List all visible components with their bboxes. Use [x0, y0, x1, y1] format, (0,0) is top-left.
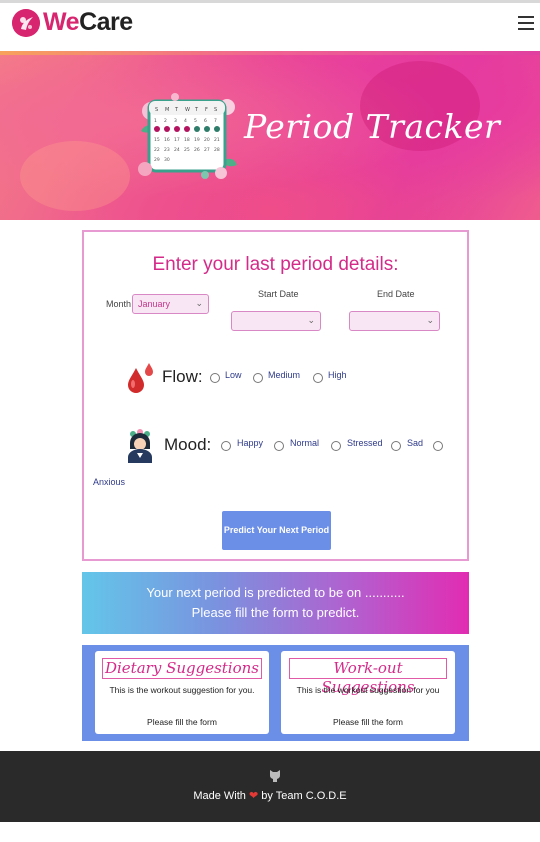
woman-avatar-icon	[124, 429, 156, 463]
flow-option-low: Low	[225, 370, 242, 380]
mood-radio-happy[interactable]	[221, 441, 231, 451]
dietary-suggestions-card: Dietary Suggestions This is the workout …	[95, 651, 269, 734]
workout-suggestions-card: Work-out Suggestions This is the workout…	[281, 651, 455, 734]
calendar-illustration-icon: SMTWTFS 1234567 15 16 17 18 19 20 21 22 23 24 25 2…	[135, 91, 239, 183]
chevron-down-icon: ⌄	[307, 315, 315, 325]
brand-name-we: We	[43, 8, 80, 36]
predict-next-period-button[interactable]: Predict Your Next Period	[222, 511, 331, 550]
svg-text:19: 19	[194, 137, 200, 143]
svg-text:F: F	[205, 107, 208, 113]
flow-radio-medium[interactable]	[253, 373, 263, 383]
svg-text:24: 24	[174, 147, 180, 153]
svg-text:16: 16	[164, 137, 170, 143]
svg-text:5: 5	[194, 118, 197, 124]
svg-text:1: 1	[154, 118, 157, 124]
workout-suggestions-text: This is the workout suggestion for you	[296, 685, 440, 695]
svg-text:M: M	[165, 107, 169, 113]
svg-text:15: 15	[154, 137, 160, 143]
svg-text:7: 7	[214, 118, 217, 124]
mood-option-stressed: Stressed	[347, 438, 383, 448]
hero-banner: SMTWTFS 1234567 15 16 17 18 19 20 21 22 23 24 25 2…	[0, 51, 540, 220]
footer-team: by Team C.O.D.E	[261, 790, 347, 802]
mood-option-sad: Sad	[407, 438, 424, 448]
prediction-result-banner: Your next period is predicted to be on .…	[82, 572, 469, 634]
flow-option-high: High	[328, 370, 347, 380]
blood-drops-icon	[124, 362, 156, 394]
svg-text:26: 26	[194, 147, 200, 153]
svg-text:18: 18	[184, 137, 190, 143]
svg-text:27: 27	[204, 147, 210, 153]
mood-radio-sad[interactable]	[391, 441, 401, 451]
svg-text:23: 23	[164, 147, 170, 153]
svg-text:S: S	[214, 107, 217, 113]
svg-text:W: W	[185, 107, 190, 113]
mood-option-anxious: Anxious	[93, 477, 126, 487]
mood-radio-normal[interactable]	[274, 441, 284, 451]
footer-credit: Made With ❤ by Team C.O.D.E	[0, 789, 540, 802]
svg-text:22: 22	[154, 147, 160, 153]
dietary-suggestions-fill: Please fill the form	[147, 717, 217, 727]
svg-text:28: 28	[214, 147, 220, 153]
mood-option-normal: Normal	[290, 438, 320, 448]
flower-logo-icon	[12, 8, 40, 37]
mood-radio-anxious[interactable]	[433, 441, 443, 451]
start-date-select[interactable]: ⌄	[231, 311, 321, 331]
month-select-value: January	[138, 299, 171, 309]
hero-title: Period Tracker	[244, 107, 501, 146]
svg-text:25: 25	[184, 147, 190, 153]
svg-text:17: 17	[174, 137, 180, 143]
dietary-suggestions-title: Dietary Suggestions	[102, 658, 262, 679]
svg-text:3: 3	[174, 118, 177, 124]
brand-name: WeCare	[43, 8, 133, 37]
workout-suggestions-fill: Please fill the form	[333, 717, 403, 727]
footer-made-with: Made With	[193, 790, 246, 802]
flow-option-medium: Medium	[268, 370, 301, 380]
month-label: Month	[106, 299, 132, 309]
prediction-text: Your next period is predicted to be on .…	[146, 585, 405, 600]
svg-text:2: 2	[164, 118, 167, 124]
suggestions-section: Dietary Suggestions This is the workout …	[82, 645, 469, 741]
svg-text:21: 21	[214, 137, 220, 143]
chevron-down-icon: ⌄	[426, 315, 434, 325]
workout-suggestions-title: Work-out Suggestions	[289, 658, 447, 696]
flow-label: Flow:	[162, 367, 203, 386]
svg-text:S: S	[155, 107, 158, 113]
period-details-form: Enter your last period details: Month Ja…	[82, 230, 469, 561]
brand-name-care: Care	[79, 8, 133, 36]
mood-label: Mood:	[164, 435, 212, 454]
github-icon[interactable]	[268, 768, 282, 782]
svg-text:20: 20	[204, 137, 210, 143]
form-title: Enter your last period details:	[152, 254, 399, 275]
hamburger-menu-icon[interactable]	[518, 16, 534, 30]
heart-icon: ❤	[248, 790, 259, 802]
prediction-hint: Please fill the form to predict.	[191, 605, 360, 620]
brand-logo[interactable]: WeCare	[12, 8, 133, 37]
svg-text:4: 4	[184, 118, 187, 124]
svg-text:6: 6	[204, 118, 207, 124]
flow-radio-high[interactable]	[313, 373, 323, 383]
start-date-label: Start Date	[258, 289, 299, 299]
end-date-select[interactable]: ⌄	[349, 311, 440, 331]
mood-radio-stressed[interactable]	[331, 441, 341, 451]
dietary-suggestions-text: This is the workout suggestion for you.	[109, 685, 255, 695]
mood-option-happy: Happy	[237, 438, 264, 448]
navbar: WeCare	[0, 3, 540, 51]
svg-text:29: 29	[154, 157, 160, 163]
month-select[interactable]: January ⌄	[132, 294, 209, 314]
chevron-down-icon: ⌄	[195, 298, 203, 308]
flow-radio-low[interactable]	[210, 373, 220, 383]
svg-text:30: 30	[164, 157, 170, 163]
end-date-label: End Date	[377, 289, 415, 299]
footer: Made With ❤ by Team C.O.D.E	[0, 751, 540, 822]
